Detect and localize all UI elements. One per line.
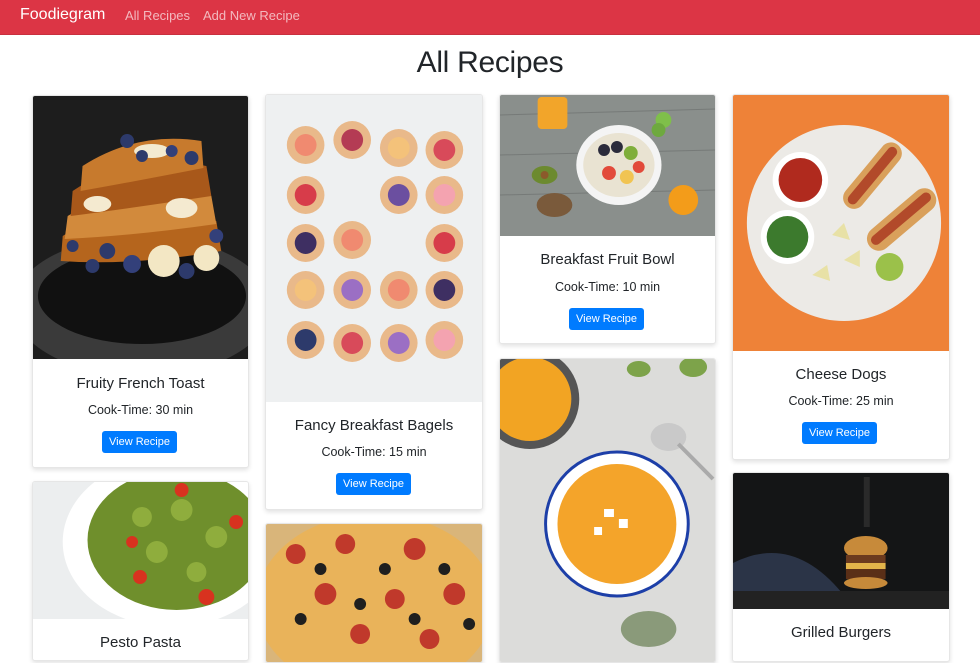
- recipe-image-soup: [500, 359, 715, 662]
- recipe-name: Cheese Dogs: [795, 366, 887, 383]
- recipe-name: Breakfast Fruit Bowl: [540, 251, 675, 268]
- recipe-image-cheese-dogs: [733, 95, 949, 351]
- recipe-card: [265, 523, 483, 663]
- view-recipe-button[interactable]: View Recipe: [569, 308, 644, 330]
- page-title: All Recipes: [416, 46, 564, 79]
- recipe-image-fruit-bowl: [500, 95, 715, 236]
- recipe-cook-time: Cook-Time: 10 min: [554, 280, 661, 294]
- recipe-card: Fruity French Toast Cook-Time: 30 min Vi…: [32, 95, 249, 468]
- recipe-card: Grilled Burgers: [732, 472, 950, 662]
- recipe-image-breakfast-bagels: [266, 95, 482, 402]
- recipe-card: Cheese Dogs Cook-Time: 25 min View Recip…: [732, 94, 950, 460]
- recipe-cook-time: Cook-Time: 30 min: [87, 403, 194, 417]
- recipe-name: Grilled Burgers: [790, 624, 892, 641]
- recipe-name: Pesto Pasta: [100, 634, 181, 651]
- recipe-card: Pesto Pasta: [32, 481, 249, 661]
- recipe-card: [499, 358, 716, 663]
- view-recipe-button[interactable]: View Recipe: [336, 473, 411, 495]
- recipe-cook-time: Cook-Time: 25 min: [788, 394, 894, 408]
- recipe-name: Fruity French Toast: [76, 375, 205, 392]
- recipe-card: Fancy Breakfast Bagels Cook-Time: 15 min…: [265, 94, 483, 510]
- nav-link-add-new-recipe[interactable]: Add New Recipe: [203, 8, 300, 23]
- recipe-cook-time: Cook-Time: 15 min: [321, 445, 427, 459]
- navbar: Foodiegram All Recipes Add New Recipe: [0, 0, 980, 35]
- recipe-image-pizza: [266, 524, 482, 662]
- view-recipe-button[interactable]: View Recipe: [102, 431, 177, 453]
- view-recipe-button[interactable]: View Recipe: [802, 422, 877, 444]
- recipe-image-french-toast: [33, 96, 248, 359]
- recipe-card: Breakfast Fruit Bowl Cook-Time: 10 min V…: [499, 94, 716, 344]
- recipe-image-grilled-burgers: [733, 473, 949, 609]
- recipe-image-pesto-pasta: [33, 482, 248, 619]
- brand-link[interactable]: Foodiegram: [20, 6, 105, 24]
- nav-link-all-recipes[interactable]: All Recipes: [125, 8, 190, 23]
- recipe-name: Fancy Breakfast Bagels: [294, 417, 454, 434]
